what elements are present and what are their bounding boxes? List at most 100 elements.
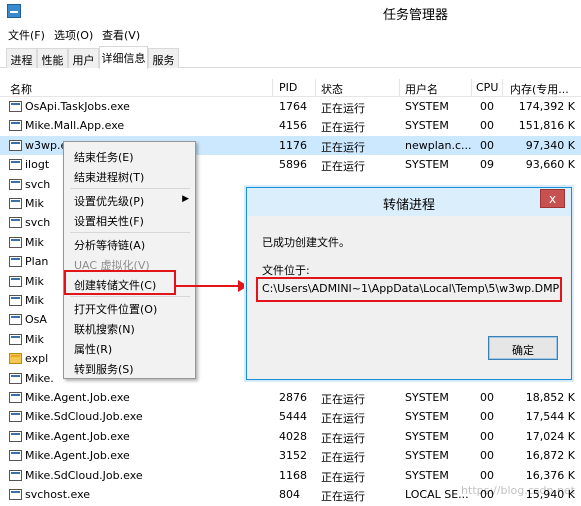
annotation-arrow (176, 285, 240, 287)
cell-status: 正在运行 (321, 490, 365, 503)
menu-item-label: 属性(R) (74, 343, 113, 356)
column-status[interactable]: 状态 (321, 81, 343, 97)
column-divider[interactable] (502, 79, 503, 97)
process-icon (9, 372, 22, 384)
process-icon (9, 101, 22, 112)
dialog-message: 已成功创建文件。 (262, 236, 350, 249)
window-title-text: 任务管理器 (382, 8, 448, 23)
ok-button[interactable]: 确定 (488, 336, 558, 360)
tab-users[interactable]: 用户 (68, 48, 99, 68)
process-icon (9, 450, 22, 462)
menu-end-process-tree[interactable]: 结束进程树(T) (64, 166, 195, 186)
cell-name: Mike.SdCloud.Job.exe (25, 468, 143, 482)
menu-go-to-services[interactable]: 转到服务(S) (64, 358, 195, 378)
column-cpu[interactable]: CPU (476, 81, 498, 94)
menu-options[interactable]: 选项(O) (54, 27, 93, 43)
cell-status: 正在运行 (321, 160, 365, 174)
cell-pid: 804 (279, 488, 300, 501)
table-row[interactable]: Mike.Agent.Job.exe 2876 正在运行 SYSTEM 00 18,852… (0, 388, 581, 407)
cell-pid: 4156 (279, 119, 307, 133)
tab-performance[interactable]: 性能 (37, 48, 68, 68)
cell-username: SYSTEM (405, 158, 449, 172)
column-name[interactable]: 名称 (10, 81, 32, 97)
cell-name: Mike.Mall.App.exe (25, 119, 125, 133)
table-row[interactable]: Mike.Agent.Job.exe 4028 正在运行 SYSTEM 00 17,024… (0, 427, 581, 446)
cell-memory: 151,816 K (518, 119, 575, 133)
column-divider[interactable] (272, 79, 273, 97)
dialog-location-label: 文件位于: (262, 264, 310, 277)
cell-username: SYSTEM (405, 410, 449, 424)
cell-username: newplan.c... (405, 138, 472, 152)
cell-pid: 1168 (279, 468, 307, 482)
cell-name: Mike.Agent.Job.exe (25, 391, 130, 404)
cell-name: svch (25, 177, 51, 191)
cell-name: ilogt (25, 158, 50, 172)
table-row[interactable]: Mike.Agent.Job.exe 3152 正在运行 SYSTEM 00 16,872… (0, 446, 581, 465)
process-icon (9, 314, 22, 326)
cell-name: svchost.exe (25, 488, 91, 501)
dialog-title-bar: 转储进程 (247, 188, 571, 216)
menu-open-file-location[interactable]: 打开文件位置(O) (64, 298, 195, 318)
cell-status: 正在运行 (321, 393, 365, 406)
menu-view[interactable]: 查看(V) (102, 27, 140, 43)
menu-file[interactable]: 文件(F) (8, 27, 45, 43)
menu-set-priority[interactable]: 设置优先级(P) ▶ (64, 190, 195, 210)
cell-pid: 5444 (279, 410, 307, 424)
cell-memory: 16,872 K (525, 449, 575, 463)
process-icon (9, 159, 22, 171)
menu-set-affinity[interactable]: 设置相关性(F) (64, 210, 195, 230)
table-row[interactable]: Mike.SdCloud.Job.exe 5444 正在运行 SYSTEM 00 17,5… (0, 407, 581, 426)
cell-memory: 174,392 K (518, 100, 575, 113)
cell-pid: 4028 (279, 429, 307, 443)
process-icon (9, 295, 22, 306)
process-icon (9, 198, 22, 209)
table-row[interactable]: OsApi.TaskJobs.exe 1764 正在运行 SYSTEM 00 174,39… (0, 97, 581, 116)
table-row[interactable]: Mike.Mall.App.exe 4156 正在运行 SYSTEM 00 151,816… (0, 116, 581, 135)
column-memory[interactable]: 内存(专用... (510, 81, 569, 97)
dump-process-dialog: 转储进程 x 已成功创建文件。 文件位于: C:\Users\ADMINI~1\… (246, 187, 572, 380)
cell-cpu: 09 (480, 158, 494, 172)
menu-item-label: 打开文件位置(O) (74, 303, 158, 316)
title-bar: 任务管理器 (0, 0, 581, 24)
tab-processes[interactable]: 进程 (6, 48, 37, 68)
cell-pid: 3152 (279, 449, 307, 463)
cell-memory: 97,340 K (525, 138, 575, 152)
menu-analyze-wait-chain[interactable]: 分析等待链(A) (64, 234, 195, 254)
column-pid[interactable]: PID (279, 81, 297, 94)
tab-details[interactable]: 详细信息 (99, 46, 148, 69)
cell-name: OsA (25, 313, 47, 327)
cell-pid: 2876 (279, 391, 307, 404)
annotation-highlight-dump-menu (64, 270, 176, 295)
cell-name: expl (25, 352, 49, 366)
menu-end-task[interactable]: 结束任务(E) (64, 146, 195, 166)
column-divider[interactable] (471, 79, 472, 97)
process-icon (9, 489, 22, 500)
process-icon (9, 217, 22, 229)
cell-status: 正在运行 (321, 121, 365, 135)
cell-name: Mik (25, 197, 44, 210)
cell-name: Mike.Agent.Job.exe (25, 429, 130, 443)
cell-memory: 17,544 K (525, 410, 575, 424)
cell-username: SYSTEM (405, 449, 449, 463)
menu-separator (70, 232, 190, 233)
dialog-file-path: C:\Users\ADMINI~1\AppData\Local\Temp\5\w… (262, 282, 560, 295)
cell-cpu: 00 (480, 468, 494, 482)
column-username[interactable]: 用户名 (405, 81, 438, 97)
cell-cpu: 00 (480, 410, 494, 424)
column-divider[interactable] (315, 79, 316, 97)
cell-status: 正在运行 (321, 431, 365, 445)
cell-cpu: 00 (480, 138, 494, 152)
cell-cpu: 00 (480, 100, 494, 113)
dialog-close-button[interactable]: x (540, 189, 565, 208)
cell-status: 正在运行 (321, 412, 365, 426)
cell-name: OsApi.TaskJobs.exe (25, 100, 130, 113)
table-row[interactable]: Mike.SdCloud.Job.exe 1168 正在运行 SYSTEM 00 16,3… (0, 466, 581, 485)
menu-search-online[interactable]: 联机搜索(N) (64, 318, 195, 338)
menu-bar: 文件(F) 选项(O) 查看(V) (0, 24, 581, 44)
menu-properties[interactable]: 属性(R) (64, 338, 195, 358)
cell-name: Mik (25, 274, 44, 288)
column-divider[interactable] (399, 79, 400, 97)
cell-cpu: 00 (480, 391, 494, 404)
cell-name: Mike.SdCloud.Job.exe (25, 410, 143, 424)
tab-services[interactable]: 服务 (148, 48, 179, 68)
